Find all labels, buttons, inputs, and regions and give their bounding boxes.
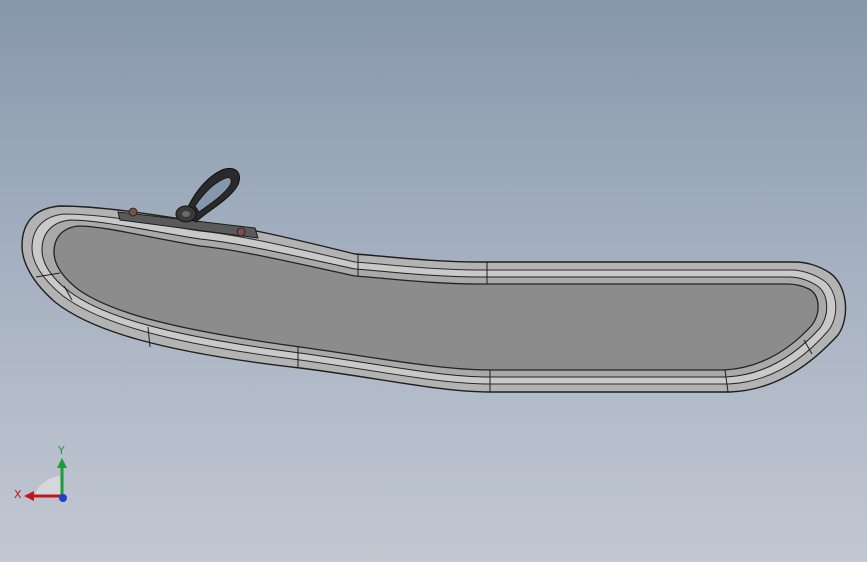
cad-model[interactable]: [0, 0, 867, 562]
triad-x-label: X: [14, 488, 22, 501]
triad-y-label: Y: [57, 444, 65, 457]
triad-x-arrow: [24, 491, 34, 501]
bolt-head-right: [236, 227, 246, 237]
reference-triad: Y X: [14, 444, 67, 502]
ski-bottom-face: [53, 225, 819, 371]
triad-z-axis: [59, 494, 67, 502]
tow-ring-handle[interactable]: [175, 168, 240, 223]
bolt-head-left: [128, 207, 138, 217]
graphics-viewport[interactable]: Y X: [0, 0, 867, 562]
triad-y-arrow: [57, 458, 67, 468]
triad-plane-shade: [34, 476, 62, 496]
